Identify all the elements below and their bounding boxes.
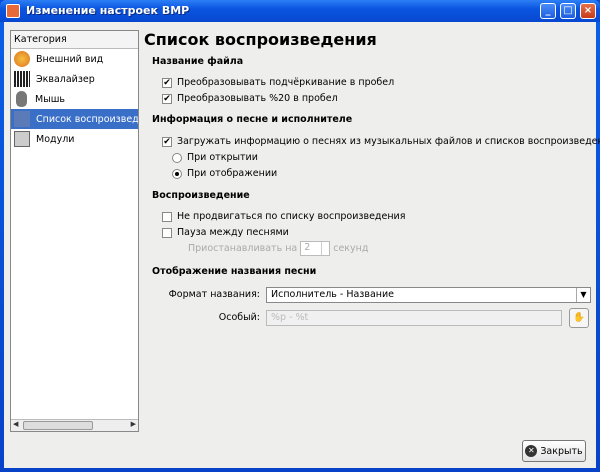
radio-selected-icon xyxy=(172,168,182,179)
app-icon xyxy=(6,4,20,18)
category-plugins[interactable]: Модули xyxy=(11,129,138,149)
section-song-info: Информация о песне и исполнителе xyxy=(152,114,353,125)
category-playlist[interactable]: Список воспроизведения xyxy=(11,109,138,129)
custom-label: Особый: xyxy=(218,312,260,323)
equalizer-icon xyxy=(14,71,30,87)
section-title-display: Отображение названия песни xyxy=(152,266,317,277)
chevron-down-icon: ▼ xyxy=(576,288,590,302)
category-header[interactable]: Категория xyxy=(11,31,138,49)
section-file-name: Название файла xyxy=(152,56,244,67)
close-button[interactable]: ✕ Закрыть xyxy=(522,440,586,462)
underscore-checkbox[interactable]: ✔ Преобразовывать подчёркивание в пробел xyxy=(162,77,394,88)
pause-seconds-spinner[interactable]: 2 xyxy=(300,241,331,256)
dialog-body: Категория Внешний вид Эквалайзер Мышь Сп… xyxy=(4,22,600,468)
maximize-button[interactable]: □ xyxy=(560,3,576,19)
hand-icon: ✋ xyxy=(573,312,585,323)
on-open-radio[interactable]: При открытии xyxy=(172,152,258,163)
custom-format-input[interactable]: %p - %t xyxy=(266,310,562,326)
palette-icon xyxy=(14,51,30,67)
checkbox-checked-icon: ✔ xyxy=(162,77,172,88)
page-title: Список воспроизведения xyxy=(144,30,377,49)
minimize-button[interactable]: _ xyxy=(540,3,556,19)
settings-panel: Список воспроизведения Название файла ✔ П… xyxy=(144,22,600,442)
playlist-icon xyxy=(14,111,30,127)
plugin-icon xyxy=(14,131,30,147)
format-help-button[interactable]: ✋ xyxy=(569,308,589,328)
title-bar: Изменение настроек BMP _ □ × xyxy=(0,0,600,22)
load-info-checkbox[interactable]: ✔ Загружать информацию о песнях из музыка… xyxy=(162,136,600,147)
pause-duration-row: Приостанавливать на 2 секунд xyxy=(188,241,369,256)
category-appearance[interactable]: Внешний вид xyxy=(11,49,138,69)
on-display-radio[interactable]: При отображении xyxy=(172,168,277,179)
mouse-icon xyxy=(16,91,27,107)
format-label: Формат названия: xyxy=(168,289,260,300)
window-title: Изменение настроек BMP xyxy=(26,4,190,17)
category-list: Категория Внешний вид Эквалайзер Мышь Сп… xyxy=(10,30,139,432)
preferences-window: Изменение настроек BMP _ □ × Категория В… xyxy=(0,0,600,472)
no-advance-checkbox[interactable]: Не продвигаться по списку воспроизведени… xyxy=(162,211,405,222)
radio-icon xyxy=(172,152,182,163)
close-icon: ✕ xyxy=(525,445,538,457)
percent20-checkbox[interactable]: ✔ Преобразовывать %20 в пробел xyxy=(162,93,338,104)
section-playback: Воспроизведение xyxy=(152,190,250,201)
title-format-select[interactable]: Исполнитель - Название ▼ xyxy=(266,287,591,303)
checkbox-checked-icon: ✔ xyxy=(162,93,172,104)
checkbox-checked-icon: ✔ xyxy=(162,136,172,147)
horizontal-scrollbar[interactable]: ◀ ▶ xyxy=(11,419,138,431)
close-window-button[interactable]: × xyxy=(580,3,596,19)
category-equalizer[interactable]: Эквалайзер xyxy=(11,69,138,89)
checkbox-icon xyxy=(162,211,172,222)
category-mouse[interactable]: Мышь xyxy=(11,89,138,109)
pause-checkbox[interactable]: Пауза между песнями xyxy=(162,227,289,238)
checkbox-icon xyxy=(162,227,172,238)
